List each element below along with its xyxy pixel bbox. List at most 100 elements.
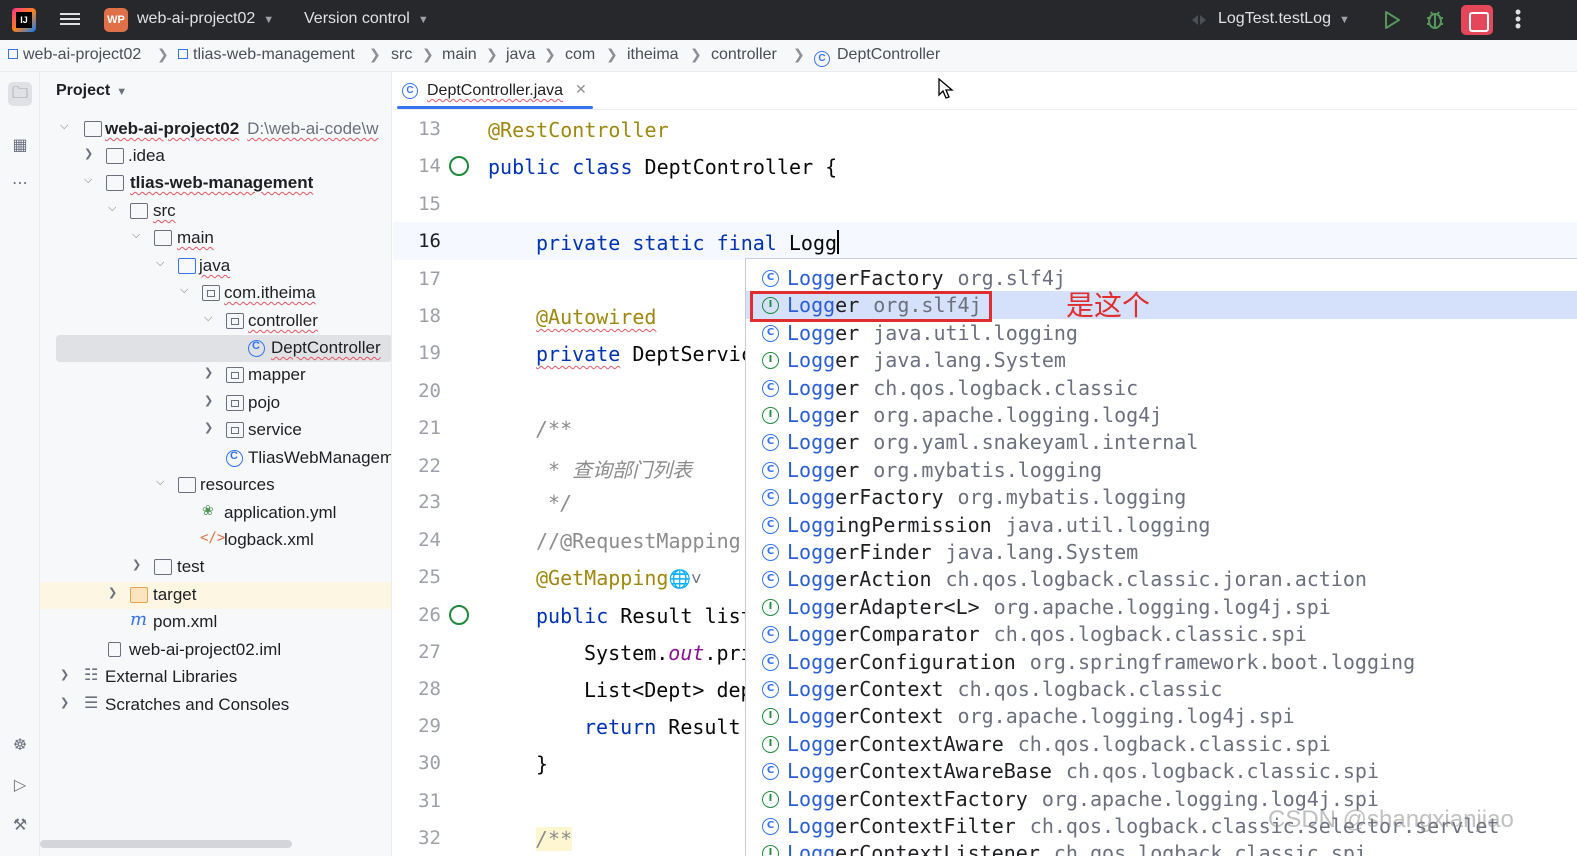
tree-item-idea[interactable]: ❯ .idea xyxy=(40,143,391,170)
more-tools-icon[interactable]: ⋯ xyxy=(8,172,32,196)
module-icon xyxy=(178,49,188,59)
completion-item[interactable]: C Logger java.util.logging xyxy=(746,319,1577,346)
chevron-right-icon: ❯ xyxy=(544,46,556,62)
tree-item-target[interactable]: ❯ target xyxy=(40,582,391,609)
chevron-down-icon: ⌵ xyxy=(108,202,117,214)
breadcrumb-item[interactable]: controller xyxy=(711,46,777,64)
breadcrumb-item[interactable]: C DeptController xyxy=(814,46,940,67)
completion-item[interactable]: I LoggerContextListener ch.qos.logback.cla… xyxy=(746,839,1577,856)
source-folder-icon xyxy=(178,258,196,274)
code-token: Result list xyxy=(608,604,753,628)
breadcrumb-label: tlias-web-management xyxy=(193,46,355,63)
completion-item[interactable]: C LoggerComparator ch.qos.logback.classic.… xyxy=(746,620,1577,647)
completion-item[interactable]: C LoggerFinder java.lang.System xyxy=(746,538,1577,565)
line-number: 30 xyxy=(418,752,441,774)
breadcrumb-item[interactable]: main xyxy=(442,46,477,64)
bean-gutter-icon[interactable] xyxy=(449,156,469,176)
project-panel-title[interactable]: Project ▼ xyxy=(56,82,127,100)
stop-button[interactable] xyxy=(1461,5,1493,35)
project-title-label: Project xyxy=(56,82,111,99)
tree-item-pojo[interactable]: ❯ pojo xyxy=(40,390,391,417)
tree-item-src[interactable]: ⌵ src xyxy=(40,198,391,225)
tree-item-controller[interactable]: ⌵ controller xyxy=(40,308,391,335)
globe-icon[interactable]: 🌐˅ xyxy=(668,569,701,590)
completion-item[interactable]: C LoggerConfiguration org.springframework.… xyxy=(746,648,1577,675)
tree-item-mapper[interactable]: ❯ mapper xyxy=(40,362,391,389)
completion-item[interactable]: C LoggingPermission java.util.logging xyxy=(746,511,1577,538)
chevron-down-icon: ⌵ xyxy=(132,229,141,241)
tree-item-tliaswebmanagement-app[interactable]: TliasWebManagem xyxy=(40,445,391,472)
endpoint-gutter-icon[interactable] xyxy=(449,605,469,625)
completion-package: ch.qos.logback.classic.joran.action xyxy=(945,567,1367,592)
version-control-menu[interactable]: Version control ▼ xyxy=(304,10,429,28)
run-config-selector[interactable]: LogTest.testLog ▼ xyxy=(1218,10,1350,28)
completion-match: Logg xyxy=(787,814,836,838)
class-icon: C xyxy=(762,461,779,479)
tree-item-scratches[interactable]: ❯ ☰ Scratches and Consoles xyxy=(40,692,391,719)
breadcrumb-item[interactable]: com xyxy=(565,46,595,64)
tree-item-resources[interactable]: ⌵ resources xyxy=(40,472,391,499)
tab-deptcontroller-java[interactable]: C DeptController.java ✕ xyxy=(397,72,593,110)
tree-item-external-libraries[interactable]: ❯ ☷ External Libraries xyxy=(40,664,391,691)
completion-item[interactable]: C LoggerFactory org.mybatis.logging xyxy=(746,483,1577,510)
tree-item-iml[interactable]: web-ai-project02.iml xyxy=(40,637,391,664)
code-token: //@RequestMapping( xyxy=(536,529,753,553)
more-options-icon[interactable]: • • • xyxy=(1510,3,1526,35)
tree-item-logback-xml[interactable]: </> logback.xml xyxy=(40,527,391,554)
breadcrumb-item[interactable]: src xyxy=(391,46,412,64)
annotation-text: 是这个 xyxy=(1066,289,1151,322)
completion-item[interactable]: C Logger ch.qos.logback.classic xyxy=(746,374,1577,401)
tree-item-service[interactable]: ❯ service xyxy=(40,417,391,444)
completion-item[interactable]: C LoggerContextAwareBase ch.qos.logback.cl… xyxy=(746,757,1577,784)
breadcrumb-item[interactable]: tlias-web-management xyxy=(178,46,355,64)
breadcrumb-item[interactable]: itheima xyxy=(627,46,679,64)
tree-item-tlias-web-management[interactable]: ⌵ tlias-web-management xyxy=(40,170,391,197)
tree-item-main[interactable]: ⌵ main xyxy=(40,225,391,252)
close-icon[interactable]: ✕ xyxy=(575,81,587,98)
completion-label: LoggerContext org.apache.logging.log4j.sp… xyxy=(787,704,1295,728)
structure-icon[interactable]: ▦ xyxy=(8,134,32,158)
completion-item[interactable]: C LoggerContext ch.qos.logback.classic xyxy=(746,675,1577,702)
completion-item[interactable]: C LoggerFactory org.slf4j xyxy=(746,264,1577,291)
completion-item[interactable]: I LoggerAdapter<L> org.apache.logging.log4… xyxy=(746,593,1577,620)
debug-bug-icon[interactable] xyxy=(1424,9,1446,31)
project-badge[interactable]: WP xyxy=(104,8,128,32)
tree-label: tlias-web-management xyxy=(130,173,314,192)
tree-item-test[interactable]: ❯ test xyxy=(40,554,391,581)
main-menu-icon[interactable] xyxy=(60,10,80,28)
package-icon xyxy=(202,285,220,301)
completion-match: Logg xyxy=(787,375,836,400)
completion-item[interactable]: C LoggerAction ch.qos.logback.classic.jora… xyxy=(746,565,1577,592)
project-folder-icon[interactable]: 🗀 xyxy=(8,82,32,106)
interface-icon: I xyxy=(762,735,779,753)
breadcrumb-label: DeptController xyxy=(837,46,941,63)
breadcrumb-item[interactable]: web-ai-project02 xyxy=(8,46,141,64)
completion-item[interactable]: I LoggerContextAware ch.qos.logback.classi… xyxy=(746,730,1577,757)
line-number: 14 xyxy=(418,155,441,177)
completion-item[interactable]: C Logger org.mybatis.logging xyxy=(746,456,1577,483)
tree-item-java[interactable]: ⌵ java xyxy=(40,253,391,280)
tree-label: service xyxy=(248,420,302,439)
horizontal-scrollbar[interactable] xyxy=(40,840,292,848)
completion-label: LoggingPermission java.util.logging xyxy=(787,513,1210,537)
tree-item-deptcontroller[interactable]: DeptController xyxy=(56,335,391,362)
completion-item[interactable]: I LoggerContext org.apache.logging.log4j.s… xyxy=(746,702,1577,729)
xml-icon: </> xyxy=(200,530,226,546)
run-icon[interactable] xyxy=(1382,10,1402,30)
tree-item-pom-xml[interactable]: m pom.xml xyxy=(40,609,391,636)
debug-tool-icon[interactable]: ☸ xyxy=(8,734,32,758)
project-switcher[interactable]: web-ai-project02 ▼ xyxy=(137,10,274,28)
completion-item[interactable]: I Logger java.lang.System xyxy=(746,346,1577,373)
build-hammer-icon[interactable]: ⚒ xyxy=(8,814,32,838)
line-number: 19 xyxy=(418,342,441,364)
completion-match: Logg xyxy=(787,704,836,729)
breadcrumb-item[interactable]: java xyxy=(506,46,535,64)
completion-item[interactable]: I Logger org.apache.logging.log4j xyxy=(746,401,1577,428)
tree-item-com-itheima[interactable]: ⌵ com.itheima xyxy=(40,280,391,307)
completion-item[interactable]: C Logger org.yaml.snakeyaml.internal xyxy=(746,428,1577,455)
run-tool-icon[interactable]: ▷ xyxy=(8,774,32,798)
code-token: Logg xyxy=(776,231,838,255)
tree-item-application-yml[interactable]: ❀ application.yml xyxy=(40,500,391,527)
run-config-label: LogTest.testLog xyxy=(1218,10,1331,27)
tree-item-web-ai-project02[interactable]: ⌵ web-ai-project02 D:\web-ai-code\w xyxy=(40,116,391,143)
